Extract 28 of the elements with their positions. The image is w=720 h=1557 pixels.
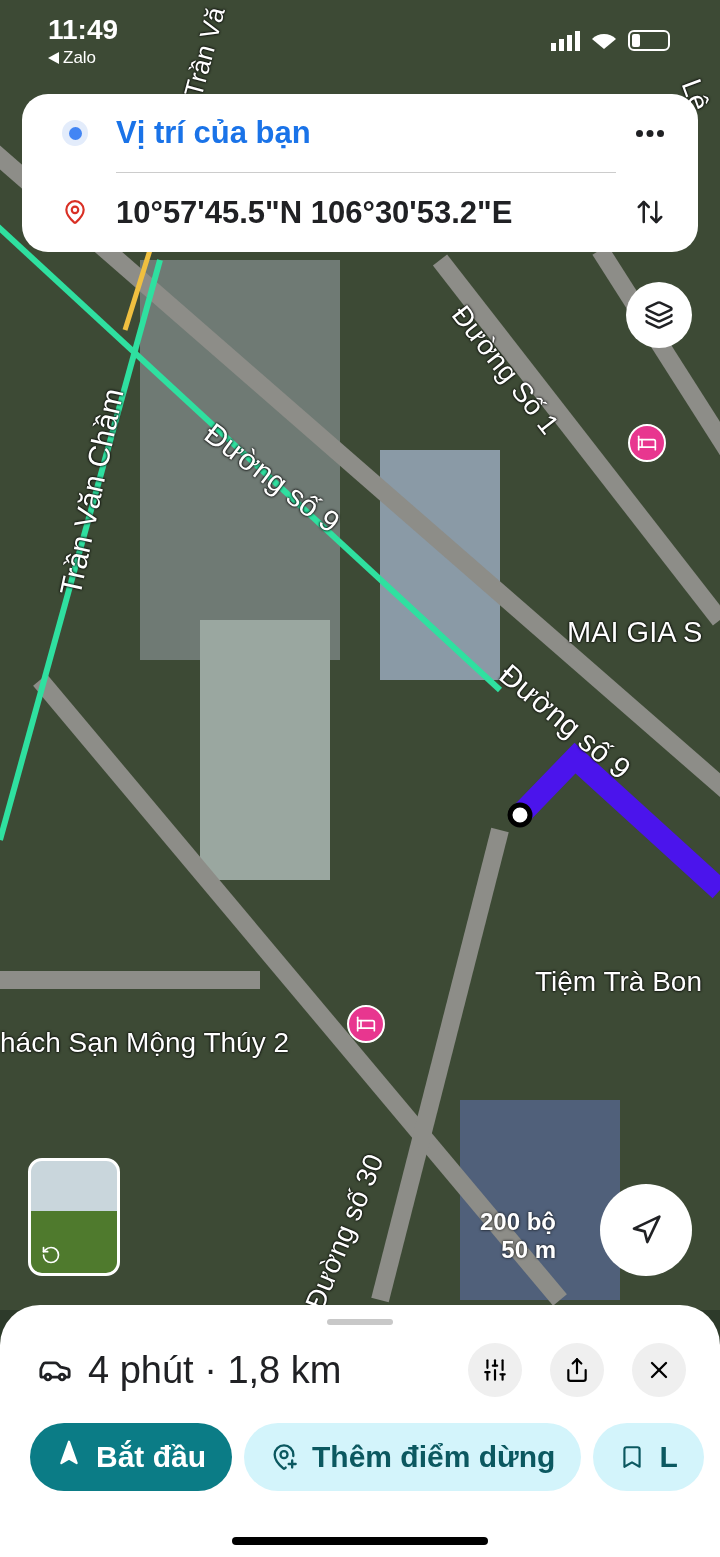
signal-icon	[551, 30, 580, 51]
destination-pin-icon	[62, 199, 88, 225]
street-view-thumbnail[interactable]	[28, 1158, 120, 1276]
layers-icon	[644, 300, 674, 330]
options-button[interactable]	[468, 1343, 522, 1397]
route-summary: 4 phút · 1,8 km	[88, 1348, 343, 1392]
origin-field[interactable]: Vị trí của bạn	[116, 115, 616, 151]
current-location-icon	[62, 120, 88, 146]
map-label: Trần Vă	[178, 3, 232, 101]
back-triangle-icon[interactable]	[48, 52, 59, 64]
share-icon	[564, 1357, 590, 1383]
back-to-app-link[interactable]: Zalo	[63, 48, 97, 68]
map-scale: 200 bộ 50 m	[480, 1208, 557, 1264]
map-label: MAI GIA S	[567, 616, 703, 649]
map-label: hách Sạn Mộng Thúy 2	[0, 1027, 289, 1059]
navigation-arrow-icon	[630, 1214, 662, 1246]
start-button[interactable]: Bắt đầu	[30, 1423, 232, 1491]
battery-icon	[628, 30, 670, 51]
wifi-icon	[592, 32, 616, 49]
map-label: Trần Văn Chầm	[53, 385, 131, 599]
destination-field[interactable]: 10°57'45.5"N 106°30'53.2"E	[116, 172, 616, 252]
more-icon	[636, 129, 664, 137]
sliders-icon	[482, 1357, 508, 1383]
map-label: Tiệm Trà Bon	[535, 966, 702, 998]
action-chip[interactable]: L	[593, 1423, 704, 1491]
drag-handle[interactable]	[327, 1319, 393, 1325]
action-chip[interactable]: Thêm điểm dừng	[244, 1423, 582, 1491]
status-time: 11:49	[48, 14, 119, 46]
